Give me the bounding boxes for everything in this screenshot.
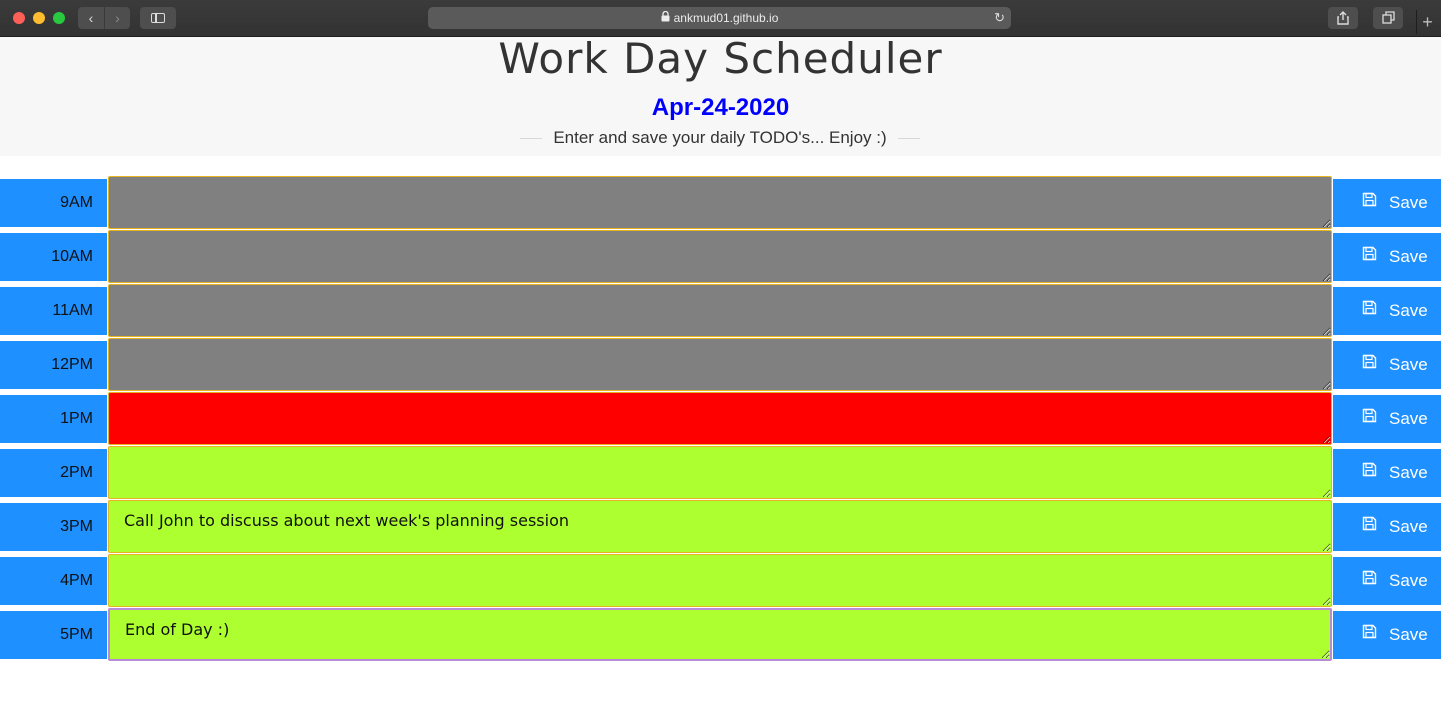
share-button[interactable] <box>1328 7 1358 29</box>
time-block-row: 4PM Save <box>0 554 1441 608</box>
save-button[interactable]: Save <box>1333 449 1441 497</box>
save-button-label: Save <box>1389 463 1428 482</box>
lead-text: Enter and save your daily TODO's... Enjo… <box>553 128 887 147</box>
save-button-label: Save <box>1389 571 1428 590</box>
save-button-label: Save <box>1389 247 1428 266</box>
new-tab-button[interactable]: + <box>1416 10 1438 34</box>
floppy-disk-icon <box>1362 448 1377 496</box>
hour-label: 9AM <box>0 179 107 227</box>
header: Work Day Scheduler Apr-24-2020 Enter and… <box>0 37 1441 156</box>
floppy-disk-icon <box>1362 340 1377 388</box>
browser-toolbar: ‹ › ankmud01.github.io ↻ + <box>0 0 1441 37</box>
floppy-disk-icon <box>1362 232 1377 280</box>
task-input[interactable] <box>108 446 1332 499</box>
save-button[interactable]: Save <box>1333 557 1441 605</box>
lock-icon <box>661 9 670 31</box>
save-button-label: Save <box>1389 517 1428 536</box>
task-input[interactable] <box>108 230 1332 283</box>
save-button-label: Save <box>1389 355 1428 374</box>
time-block-row: 9AM Save <box>0 176 1441 230</box>
hour-label: 2PM <box>0 449 107 497</box>
lead-wrap: Enter and save your daily TODO's... Enjo… <box>520 127 920 149</box>
close-window-button[interactable] <box>13 12 25 24</box>
time-block-row: 1PM Save <box>0 392 1441 446</box>
floppy-disk-icon <box>1362 178 1377 226</box>
forward-button[interactable]: › <box>104 7 130 29</box>
hour-label: 10AM <box>0 233 107 281</box>
floppy-disk-icon <box>1362 286 1377 334</box>
save-button[interactable]: Save <box>1333 233 1441 281</box>
save-button[interactable]: Save <box>1333 179 1441 227</box>
floppy-disk-icon <box>1362 556 1377 604</box>
share-icon <box>1337 11 1349 25</box>
hour-label: 12PM <box>0 341 107 389</box>
time-block-row: 5PM End of Day :) Save <box>0 608 1441 662</box>
hour-label: 11AM <box>0 287 107 335</box>
time-block-row: 3PM Call John to discuss about next week'… <box>0 500 1441 554</box>
floppy-disk-icon <box>1362 502 1377 550</box>
sidebar-icon <box>151 13 165 23</box>
minimize-window-button[interactable] <box>33 12 45 24</box>
time-block-row: 2PM Save <box>0 446 1441 500</box>
zoom-window-button[interactable] <box>53 12 65 24</box>
task-input[interactable] <box>108 338 1332 391</box>
save-button[interactable]: Save <box>1333 395 1441 443</box>
hour-label: 4PM <box>0 557 107 605</box>
task-input[interactable] <box>108 392 1332 445</box>
task-input[interactable] <box>108 176 1332 229</box>
reload-icon[interactable]: ↻ <box>994 7 1005 29</box>
divider-right <box>898 138 920 139</box>
page-title: Work Day Scheduler <box>498 34 943 83</box>
save-button[interactable]: Save <box>1333 611 1441 659</box>
back-button[interactable]: ‹ <box>78 7 104 29</box>
save-button[interactable]: Save <box>1333 287 1441 335</box>
task-input[interactable] <box>108 284 1332 337</box>
task-input[interactable]: End of Day :) <box>108 608 1332 661</box>
time-block-row: 10AM Save <box>0 230 1441 284</box>
address-bar[interactable]: ankmud01.github.io ↻ <box>428 7 1011 29</box>
floppy-disk-icon <box>1362 394 1377 442</box>
save-button-label: Save <box>1389 301 1428 320</box>
show-tabs-button[interactable] <box>1373 7 1403 29</box>
hour-label: 3PM <box>0 503 107 551</box>
hour-label: 1PM <box>0 395 107 443</box>
floppy-disk-icon <box>1362 610 1377 658</box>
save-button-label: Save <box>1389 625 1428 644</box>
task-input[interactable]: Call John to discuss about next week's p… <box>108 500 1332 553</box>
sidebar-toggle-button[interactable] <box>140 7 176 29</box>
save-button-label: Save <box>1389 193 1428 212</box>
time-block-row: 11AM Save <box>0 284 1441 338</box>
task-input[interactable] <box>108 554 1332 607</box>
time-block-row: 12PM Save <box>0 338 1441 392</box>
hour-label: 5PM <box>0 611 107 659</box>
save-button-label: Save <box>1389 409 1428 428</box>
current-date: Apr-24-2020 <box>651 94 790 121</box>
url-text: ankmud01.github.io <box>673 11 779 25</box>
tabs-icon <box>1381 11 1395 24</box>
save-button[interactable]: Save <box>1333 503 1441 551</box>
save-button[interactable]: Save <box>1333 341 1441 389</box>
